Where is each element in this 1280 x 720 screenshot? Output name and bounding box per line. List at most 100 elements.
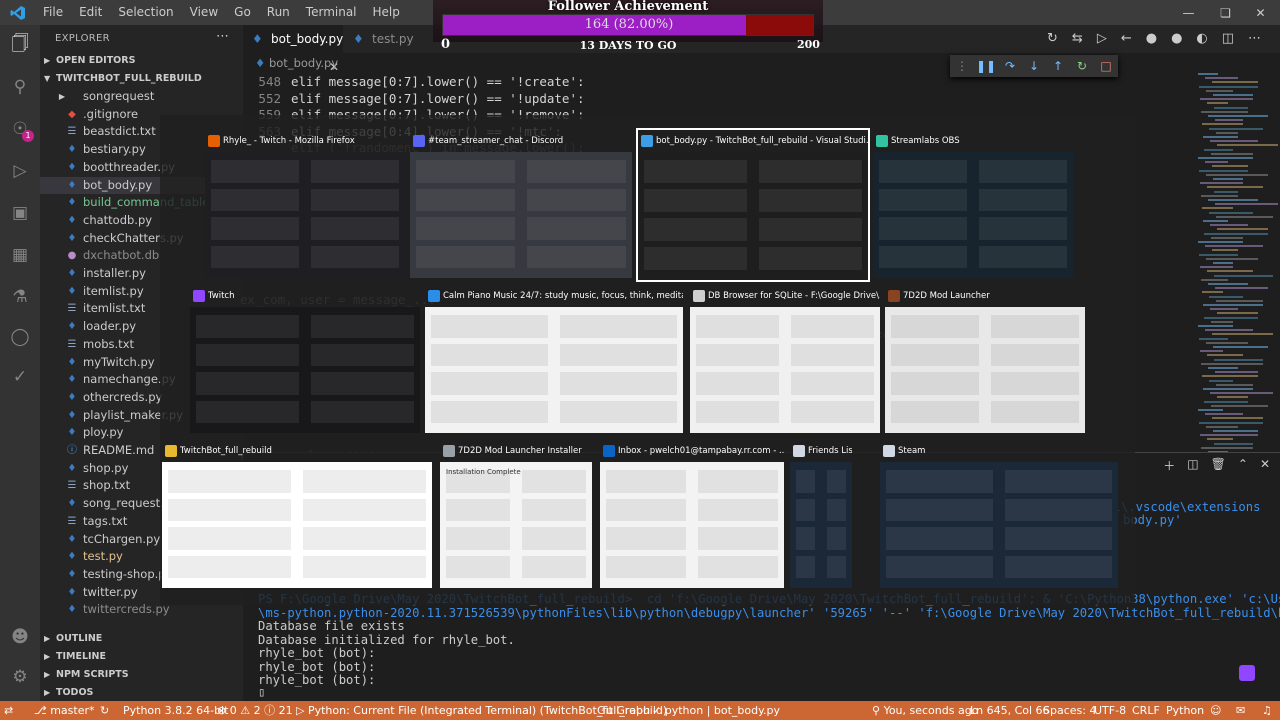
- new-terminal-icon[interactable]: ＋: [1163, 457, 1175, 474]
- extensions-icon[interactable]: ▦: [8, 243, 32, 267]
- sync-icon[interactable]: ↻: [100, 701, 109, 720]
- switcher-window[interactable]: DB Browser for SQLite - F:\Google Drive\…: [690, 285, 880, 433]
- notifications-icon[interactable]: ♫: [1262, 701, 1272, 720]
- minimap-line: [1211, 404, 1268, 407]
- toggle-icon[interactable]: ◐: [1196, 31, 1207, 46]
- history-icon[interactable]: ↻: [1047, 31, 1058, 46]
- file-name: songrequest: [83, 89, 155, 103]
- breadcrumb[interactable]: ♦ bot_body.py: [255, 53, 338, 73]
- close-window-icon[interactable]: ✕: [1243, 0, 1278, 25]
- thumbnail-block: [311, 400, 414, 423]
- menu-help[interactable]: Help: [365, 0, 408, 25]
- eol[interactable]: CRLF: [1132, 701, 1160, 720]
- todo-tree-icon[interactable]: ✓: [8, 365, 32, 389]
- indentation[interactable]: Spaces: 4: [1043, 701, 1096, 720]
- file-item[interactable]: ▶ songrequest: [40, 88, 243, 106]
- previous-change-icon[interactable]: ●: [1146, 31, 1157, 46]
- broadcast-icon[interactable]: ✉: [1236, 701, 1245, 720]
- branch-status[interactable]: ⎇ master*: [34, 701, 94, 720]
- step-into-icon[interactable]: ↓: [1022, 59, 1046, 73]
- drag-handle-icon[interactable]: ⋮: [950, 59, 974, 73]
- restart-icon[interactable]: ↻: [1070, 59, 1094, 73]
- py-file-icon: ♦: [67, 551, 77, 563]
- feedback-icon[interactable]: ☺: [1210, 701, 1221, 720]
- switcher-window[interactable]: TwitchBot_full_rebuild: [162, 440, 432, 588]
- minimize-icon[interactable]: —: [1171, 0, 1206, 25]
- menu-selection[interactable]: Selection: [110, 0, 181, 25]
- switcher-window[interactable]: 7D2D Mod Launcher: [885, 285, 1085, 433]
- twitch-tray-icon[interactable]: [1239, 665, 1255, 681]
- menu-edit[interactable]: Edit: [71, 0, 110, 25]
- cursor-position[interactable]: Ln 645, Col 66: [970, 701, 1050, 720]
- split-editor-icon[interactable]: ◫: [1222, 31, 1234, 46]
- chevron-right-icon: ▶: [44, 670, 51, 679]
- menu-terminal[interactable]: Terminal: [298, 0, 365, 25]
- thumbnail-block: [196, 343, 299, 366]
- trash-icon[interactable]: 🗑: [1211, 457, 1226, 474]
- switcher-window[interactable]: Steam: [880, 440, 1118, 588]
- maximize-icon[interactable]: ❏: [1208, 0, 1243, 25]
- python-interpreter[interactable]: Python 3.8.2 64-bit: [123, 701, 228, 720]
- language-mode[interactable]: Python: [1166, 701, 1204, 720]
- blame-status[interactable]: ⚲ You, seconds ago: [872, 701, 978, 720]
- stop-icon[interactable]: □: [1094, 59, 1118, 73]
- minimap-line: [1212, 249, 1238, 252]
- more-icon[interactable]: ⋯: [1248, 31, 1261, 46]
- section-npm-scripts[interactable]: ▶ NPM SCRIPTS: [40, 666, 243, 684]
- remote-icon[interactable]: ⇄: [4, 701, 13, 720]
- switcher-window[interactable]: #team_streamer_chat - Discord: [410, 130, 632, 278]
- testing-icon[interactable]: ⚗: [8, 285, 32, 309]
- split-terminal-icon[interactable]: ◫: [1187, 457, 1198, 474]
- step-out-icon[interactable]: ↑: [1046, 59, 1070, 73]
- widget-title: Follower Achievement: [547, 0, 709, 14]
- go-back-icon[interactable]: ←: [1121, 31, 1132, 46]
- switcher-window[interactable]: Calm Piano Music 24/7: study music, focu…: [425, 285, 683, 433]
- step-over-icon[interactable]: ↷: [998, 59, 1022, 73]
- switcher-window[interactable]: Twitch: [190, 285, 420, 433]
- switcher-window[interactable]: bot_body.py - TwitchBot_full_rebuild - V…: [636, 128, 870, 282]
- minimap-line: [1205, 413, 1243, 416]
- chevron-right-icon: ▶: [44, 688, 51, 697]
- section-timeline[interactable]: ▶ TIMELINE: [40, 648, 243, 666]
- open-editors-section[interactable]: ▶ OPEN EDITORS: [40, 52, 243, 70]
- git-graph-status[interactable]: Git Graph: [597, 701, 650, 720]
- more-actions-icon[interactable]: ⋯: [216, 29, 229, 44]
- minimap-line: [1205, 161, 1228, 164]
- run-debug-icon[interactable]: ▷: [8, 159, 32, 183]
- encoding[interactable]: UTF-8: [1094, 701, 1126, 720]
- explorer-icon[interactable]: 🗍: [8, 33, 32, 57]
- git-graph-icon[interactable]: ◯: [8, 325, 32, 349]
- account-icon[interactable]: ☻: [8, 625, 32, 649]
- switcher-window[interactable]: Rhyle_ - Twitch - Mozilla Firefox: [205, 130, 405, 278]
- project-section[interactable]: ▼ TWITCHBOT_FULL_REBUILD: [40, 70, 243, 88]
- remote-explorer-icon[interactable]: ▣: [8, 201, 32, 225]
- pause-icon[interactable]: ❚❚: [974, 59, 998, 73]
- maximize-panel-icon[interactable]: ⌃: [1238, 457, 1248, 474]
- close-panel-icon[interactable]: ✕: [1260, 457, 1270, 474]
- settings-gear-icon[interactable]: ⚙: [8, 665, 32, 689]
- menu-file[interactable]: File: [35, 0, 71, 25]
- tab-bot-body[interactable]: ♦ bot_body.py ✕: [243, 25, 343, 74]
- compare-icon[interactable]: ⇆: [1072, 31, 1083, 46]
- menu-go[interactable]: Go: [226, 0, 259, 25]
- switcher-window[interactable]: Inbox - pwelch01@tampabay.rr.com - ...: [600, 440, 784, 588]
- tab-test[interactable]: ♦ test.py: [344, 25, 424, 53]
- menu-view[interactable]: View: [182, 0, 226, 25]
- section-todos[interactable]: ▶ TODOS: [40, 684, 243, 702]
- problems-status[interactable]: ⊗ 0 ⚠ 2 ⓘ 21: [217, 701, 293, 720]
- run-file-icon[interactable]: ▷: [1097, 31, 1107, 46]
- window-title: 7D2D Mod Launcher: [903, 291, 990, 301]
- thumbnail-block: [991, 372, 1079, 395]
- window-thumbnail: [425, 307, 683, 433]
- menu-run[interactable]: Run: [259, 0, 298, 25]
- switcher-window[interactable]: Friends List: [790, 440, 852, 588]
- next-change-icon[interactable]: ●: [1171, 31, 1182, 46]
- thumbnail-block: [431, 343, 548, 366]
- switcher-window[interactable]: Streamlabs OBS: [873, 130, 1073, 278]
- thumbnail-block: [644, 218, 747, 241]
- python-file-status[interactable]: ✓ python | bot_body.py: [652, 701, 780, 720]
- search-icon[interactable]: ⚲: [8, 75, 32, 99]
- section-outline[interactable]: ▶ OUTLINE: [40, 630, 243, 648]
- thumbnail-block: [791, 343, 874, 366]
- switcher-window[interactable]: 7D2D Mod Launcher Installer Installation …: [440, 440, 592, 588]
